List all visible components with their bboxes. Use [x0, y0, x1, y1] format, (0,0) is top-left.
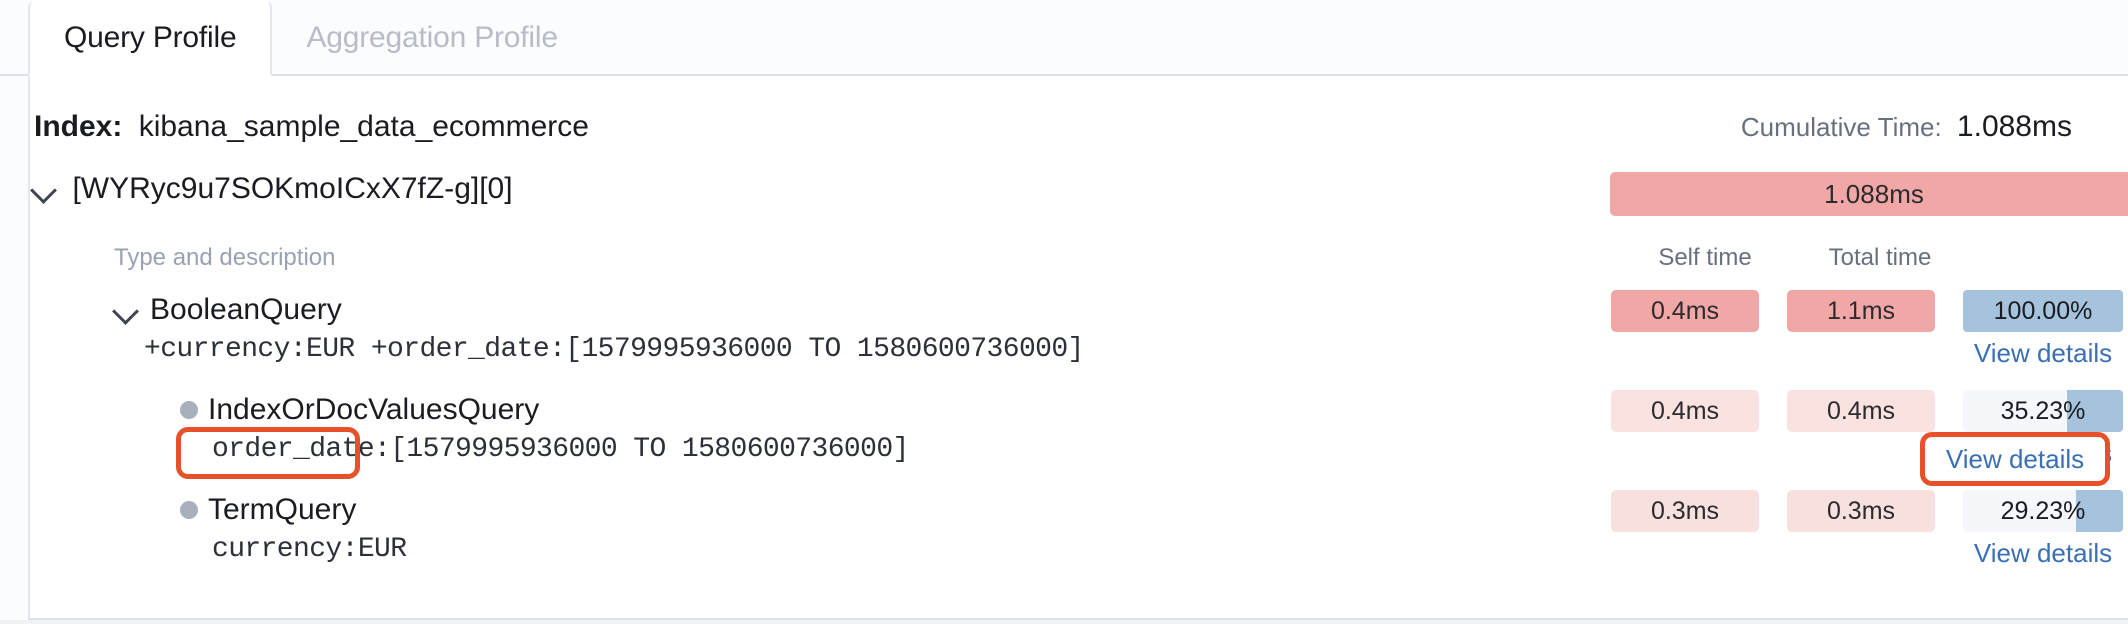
query-row-booleanquery: BooleanQuery +currency:EUR +order_date:[… [30, 288, 2123, 388]
bullet-icon [180, 501, 198, 519]
percentage-label: 29.23% [2000, 496, 2086, 525]
total-time-value: 0.4ms [1826, 396, 1896, 425]
index-label: Index: [34, 110, 123, 143]
cumulative-time-value: 1.088ms [1956, 110, 2072, 143]
tab-query-profile-label: Query Profile [64, 21, 237, 54]
percentage-label: 35.23% [2000, 396, 2086, 425]
column-headers: Type and description Self time Total tim… [30, 244, 2102, 278]
view-details-link[interactable]: View details [1963, 338, 2123, 369]
percentage-label: 100.00% [1993, 296, 2093, 325]
query-row-header: IndexOrDocValuesQuery [180, 388, 539, 432]
self-time-value: 0.4ms [1650, 396, 1720, 425]
profile-tabs: Query Profile Aggregation Profile [0, 0, 2128, 76]
self-time-value: 0.4ms [1650, 296, 1720, 325]
percentage-bar: 35.23% [1963, 390, 2123, 432]
self-time-badge: 0.4ms [1611, 290, 1759, 332]
column-header-total-time: Total time [1828, 244, 1932, 271]
shard-time-value: 1.088ms [1824, 178, 1924, 209]
tab-query-profile[interactable]: Query Profile [28, 0, 273, 76]
query-type-name: BooleanQuery [150, 293, 342, 326]
query-row-indexordocvaluesquery: IndexOrDocValuesQuery order_date:[157999… [30, 388, 2123, 488]
tab-aggregation-profile[interactable]: Aggregation Profile [272, 0, 591, 76]
self-time-badge: 0.3ms [1611, 490, 1759, 532]
profile-content-panel: Index: kibana_sample_data_ecommerce Cumu… [28, 76, 2128, 620]
query-row-header: BooleanQuery [112, 288, 342, 332]
total-time-badge: 1.1ms [1787, 290, 1935, 332]
total-time-badge: 0.3ms [1787, 490, 1935, 532]
bullet-icon [180, 401, 198, 419]
query-row-termquery: TermQuery currency:EUR 0.3ms 0.3ms 29.23… [30, 488, 2123, 588]
shard-time-bar: 1.088ms [1610, 172, 2128, 216]
query-row-header: TermQuery [180, 488, 356, 532]
query-type-name: TermQuery [208, 493, 357, 526]
query-type-name: IndexOrDocValuesQuery [208, 393, 540, 426]
chevron-down-icon-shard[interactable] [30, 175, 58, 203]
total-time-badge: 0.4ms [1787, 390, 1935, 432]
query-description: order_date:[1579995936000 TO 15806007360… [212, 434, 909, 465]
percentage-bar: 29.23% [1963, 490, 2123, 532]
view-details-link[interactable]: View details [1963, 538, 2123, 569]
cumulative-time: Cumulative Time: 1.088ms [1741, 110, 2072, 144]
total-time-value: 0.3ms [1826, 496, 1896, 525]
index-value: kibana_sample_data_ecommerce [138, 110, 589, 143]
index-summary-row: Index: kibana_sample_data_ecommerce Cumu… [30, 110, 2102, 144]
annotation-view-details-link[interactable]: View details [1920, 432, 2110, 486]
index-name: Index: kibana_sample_data_ecommerce [34, 110, 589, 144]
self-time-badge: 0.4ms [1611, 390, 1759, 432]
query-description: +currency:EUR +order_date:[1579995936000… [144, 334, 1084, 365]
tabbar-divider [0, 74, 2128, 76]
query-description: currency:EUR [212, 534, 407, 565]
percentage-bar: 100.00% [1963, 290, 2123, 332]
panel-bottom-strip [0, 620, 2128, 624]
cumulative-time-label: Cumulative Time: [1740, 112, 1942, 142]
total-time-value: 1.1ms [1826, 296, 1896, 325]
shard-id-label[interactable]: [WYRyc9u7SOKmoICxX7fZ-g][0] [72, 172, 512, 206]
column-header-type-description: Type and description [114, 244, 336, 271]
column-header-self-time: Self time [1658, 244, 1752, 271]
shard-row: [WYRyc9u7SOKmoICxX7fZ-g][0] 1.088ms [30, 172, 2128, 228]
query-profile-panel: Query Profile Aggregation Profile Index:… [0, 0, 2128, 624]
tab-aggregation-profile-label: Aggregation Profile [306, 21, 558, 54]
self-time-value: 0.3ms [1650, 496, 1720, 525]
chevron-down-icon-booleanquery[interactable] [112, 296, 140, 324]
